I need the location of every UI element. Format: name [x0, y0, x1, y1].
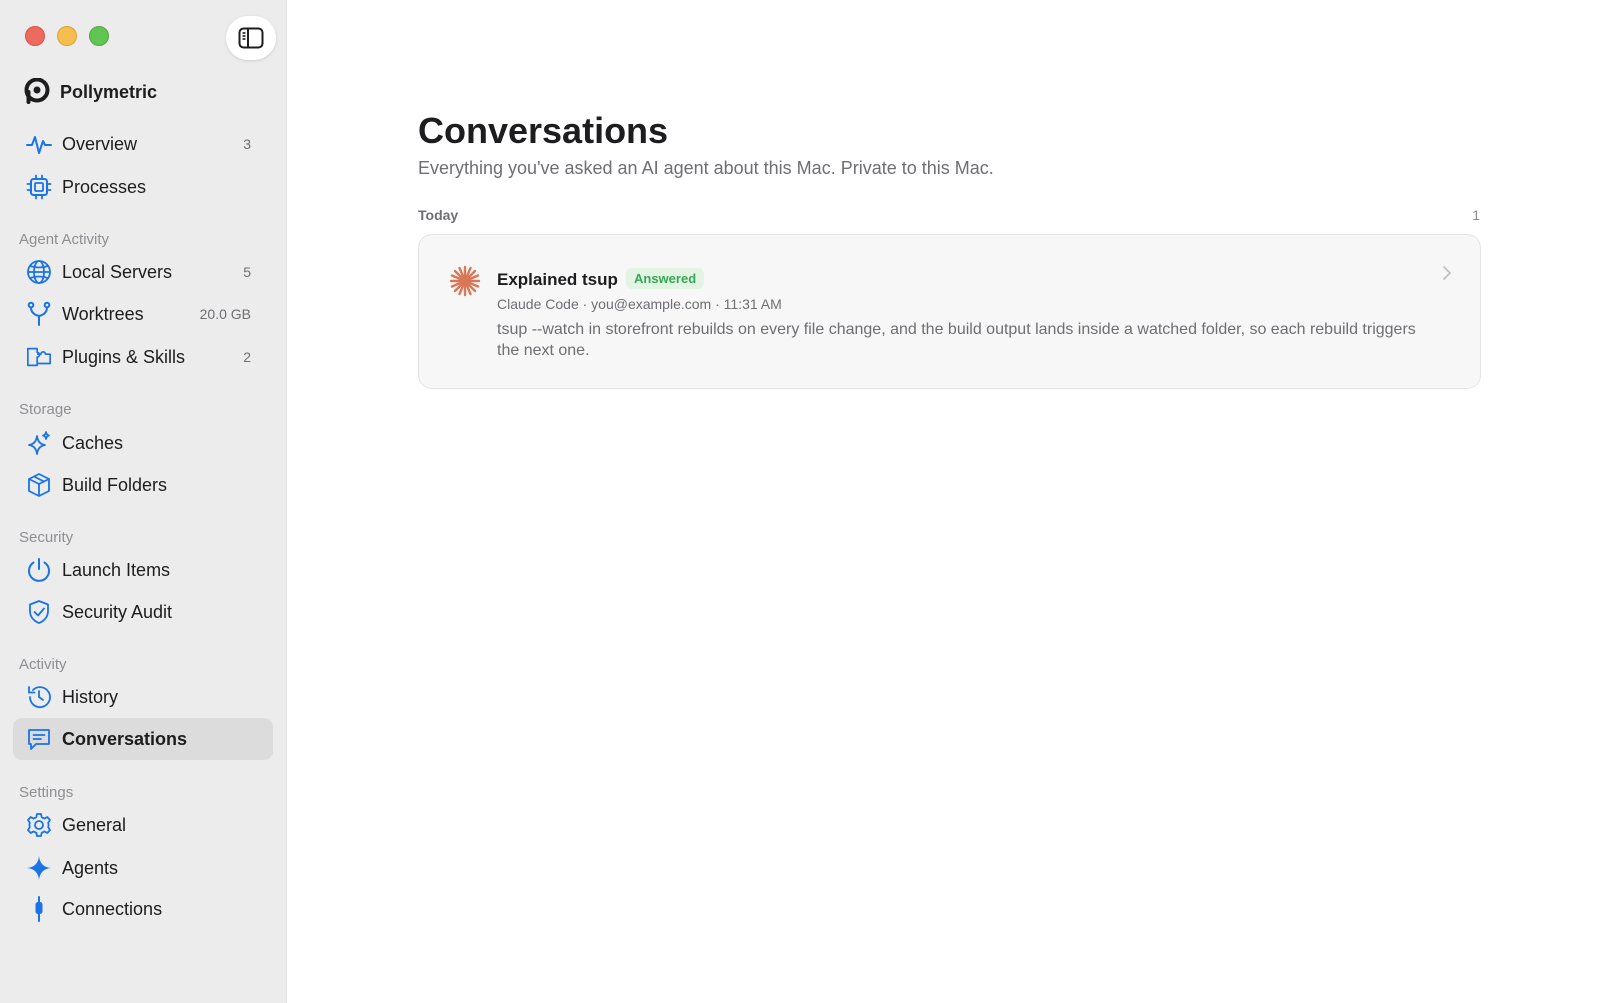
sidebar-item-general[interactable]: General	[13, 804, 273, 846]
group-label-today: Today	[418, 207, 459, 223]
sidebar-item-build-folders[interactable]: Build Folders	[13, 464, 273, 506]
sidebar-item-overview[interactable]: Overview 3	[13, 123, 273, 165]
sidebar-item-connections[interactable]: Connections	[13, 888, 273, 930]
sidebar-item-label: Conversations	[62, 728, 188, 749]
power-icon	[26, 557, 52, 583]
chevron-right-icon	[1442, 265, 1452, 286]
plugin-icon	[26, 344, 52, 370]
sidebar-item-label: History	[62, 686, 119, 707]
sidebar-item-label: Local Servers	[62, 261, 173, 282]
sidebar-toggle-icon	[238, 27, 264, 49]
branch-icon	[26, 301, 52, 327]
sidebar-item-launch-items[interactable]: Launch Items	[13, 549, 273, 591]
brand: Pollymetric	[24, 78, 157, 106]
sidebar-item-processes[interactable]: Processes	[13, 166, 273, 208]
brand-name: Pollymetric	[60, 81, 158, 102]
sidebar-item-badge: 5	[243, 264, 251, 280]
section-label-activity: Activity	[19, 656, 67, 673]
app-window: Pollymetric Overview 3 Processes Agent A…	[0, 0, 1600, 1003]
conversation-snippet: tsup --watch in storefront rebuilds on e…	[497, 321, 1416, 359]
sidebar-item-plugins-skills[interactable]: Plugins & Skills 2	[13, 336, 273, 378]
conversation-meta: Claude Code · you@example.com · 11:31 AM	[497, 296, 782, 312]
sidebar-item-badge: 20.0 GB	[199, 306, 251, 322]
sidebar-item-label: Worktrees	[62, 303, 144, 324]
minimize-window-button[interactable]	[57, 26, 77, 46]
conversation-title: Explained tsup	[497, 270, 618, 289]
sparkles-icon	[26, 430, 52, 456]
toggle-sidebar-button[interactable]	[226, 16, 276, 60]
chat-icon	[26, 726, 52, 752]
sidebar: Pollymetric Overview 3 Processes Agent A…	[0, 0, 287, 1003]
sidebar-item-label: Plugins & Skills	[62, 346, 186, 367]
sidebar-item-label: Launch Items	[62, 559, 171, 580]
close-window-button[interactable]	[25, 26, 45, 46]
sidebar-item-label: Overview	[62, 133, 138, 154]
group-count: 1	[1472, 207, 1480, 223]
conversation-card[interactable]: Explained tsup Answered Claude Code · yo…	[418, 234, 1481, 389]
window-controls	[25, 26, 109, 46]
sidebar-item-label: Caches	[62, 432, 124, 453]
sidebar-item-security-audit[interactable]: Security Audit	[13, 591, 273, 633]
section-label-storage: Storage	[19, 401, 72, 418]
sidebar-item-label: Connections	[62, 898, 163, 919]
sidebar-item-local-servers[interactable]: Local Servers 5	[13, 251, 273, 293]
sidebar-item-label: Security Audit	[62, 601, 173, 622]
sidebar-item-badge: 2	[243, 349, 251, 365]
page-subtitle: Everything you've asked an AI agent abou…	[418, 158, 994, 178]
zoom-window-button[interactable]	[89, 26, 109, 46]
sidebar-item-label: Agents	[62, 857, 119, 878]
claude-starburst-icon	[449, 265, 481, 302]
sidebar-item-label: Build Folders	[62, 474, 168, 495]
pollymetric-logo-icon	[24, 78, 50, 104]
history-icon	[26, 684, 52, 710]
cpu-icon	[26, 174, 52, 200]
globe-icon	[26, 259, 52, 285]
main-content: Conversations Everything you've asked an…	[288, 0, 1600, 1003]
section-label-settings: Settings	[19, 784, 74, 801]
status-badge: Answered	[626, 268, 705, 289]
gear-icon	[26, 812, 52, 838]
sidebar-item-label: Processes	[62, 176, 147, 197]
sidebar-item-agents[interactable]: Agents	[13, 847, 273, 889]
sidebar-item-worktrees[interactable]: Worktrees 20.0 GB	[13, 293, 273, 335]
section-label-security: Security	[19, 529, 74, 546]
section-label-agent-activity: Agent Activity	[19, 231, 110, 248]
sidebar-item-conversations[interactable]: Conversations	[13, 718, 273, 760]
cube-icon	[26, 472, 52, 498]
shield-check-icon	[26, 599, 52, 625]
page-title: Conversations	[418, 110, 669, 151]
sparkle-icon	[26, 855, 52, 881]
sidebar-item-history[interactable]: History	[13, 676, 273, 718]
sidebar-item-label: General	[62, 814, 127, 835]
plug-icon	[26, 896, 52, 922]
pulse-icon	[26, 131, 52, 157]
sidebar-item-caches[interactable]: Caches	[13, 422, 273, 464]
sidebar-item-badge: 3	[243, 136, 251, 152]
